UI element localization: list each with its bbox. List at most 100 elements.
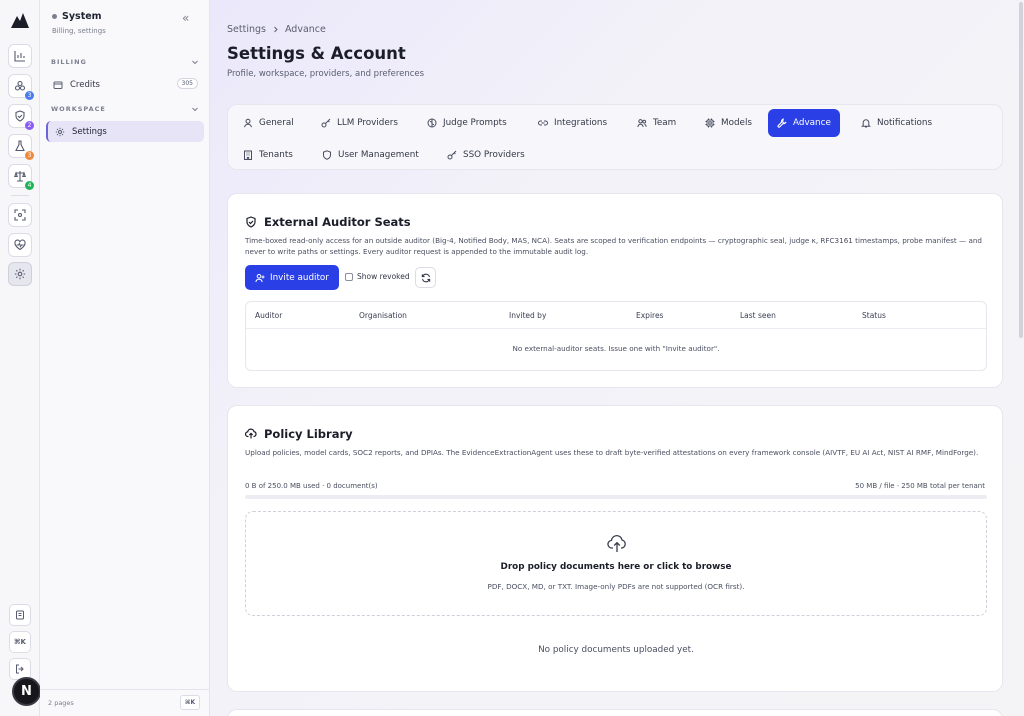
user-icon (243, 118, 253, 128)
chevron-right-icon (272, 26, 279, 33)
tab-label: User Management (338, 149, 419, 160)
column-header[interactable]: Invited by (509, 311, 546, 320)
tab-llm-providers[interactable]: LLM Providers (312, 109, 407, 136)
building-icon (243, 150, 253, 160)
tab-judge-prompts[interactable]: Judge Prompts (418, 109, 516, 136)
shield-icon (322, 149, 332, 160)
policy-dropzone[interactable]: Drop policy documents here or click to b… (245, 511, 987, 616)
tab-general[interactable]: General (234, 109, 303, 136)
shield-check-icon[interactable]: 2 (8, 104, 34, 130)
cloud-upload-icon (245, 428, 257, 440)
tab-sso-providers[interactable]: SSO Providers (438, 141, 534, 168)
gear-icon (55, 127, 65, 137)
chevron-down-icon[interactable] (191, 105, 199, 113)
flask-icon[interactable]: 3 (8, 134, 34, 160)
section-label-billing: BILLING (51, 58, 87, 66)
refresh-button[interactable] (415, 267, 436, 288)
wrench-icon (777, 118, 787, 128)
sidebar: System Billing, settings « BILLING Credi… (40, 0, 210, 716)
dropzone-title: Drop policy documents here or click to b… (500, 562, 732, 572)
breadcrumb-current: Advance (284, 24, 326, 35)
refresh-icon (421, 273, 431, 283)
sidebar-footer: 2 pages ⌘K (40, 689, 210, 716)
column-header[interactable]: Expires (636, 311, 663, 320)
link-icon (538, 118, 548, 128)
rail-divider (11, 195, 29, 196)
dropzone-subtitle: PDF, DOCX, MD, or TXT. Image-only PDFs a… (487, 582, 745, 591)
card-title: External Auditor Seats (264, 215, 411, 229)
breadcrumb-parent[interactable]: Settings (227, 24, 266, 35)
app-logo-icon[interactable] (10, 11, 30, 29)
key-icon (321, 118, 331, 128)
user-avatar[interactable]: N (12, 677, 41, 706)
policy-library-card: Policy Library Upload policies, model ca… (227, 405, 1003, 692)
rail-badge: 2 (25, 121, 34, 130)
scan-icon[interactable] (8, 203, 32, 227)
cloud-upload-icon (607, 534, 627, 554)
page-subtitle: Profile, workspace, providers, and prefe… (227, 69, 425, 79)
column-header[interactable]: Last seen (740, 311, 776, 320)
tab-tenants[interactable]: Tenants (234, 141, 302, 168)
section-label-workspace: WORKSPACE (51, 105, 106, 113)
heart-pulse-icon[interactable] (8, 233, 32, 257)
auditor-seats-card: External Auditor Seats Time-boxed read-o… (227, 193, 1003, 388)
storage-limits-text: 50 MB / file · 250 MB total per tenant (855, 482, 985, 490)
credits-count-badge: 305 (176, 78, 198, 89)
tab-user-management[interactable]: User Management (313, 141, 428, 168)
column-header[interactable]: Auditor (255, 311, 282, 320)
icon-rail: 3 2 3 4 ⌘K N (0, 0, 41, 716)
agents-icon[interactable]: 3 (8, 74, 34, 100)
cpu-icon (705, 118, 715, 128)
invite-auditor-button[interactable]: Invite auditor (245, 265, 339, 290)
auditor-seats-heading: External Auditor Seats (245, 215, 411, 229)
sidebar-item-label: Credits (70, 79, 100, 90)
analytics-icon[interactable] (8, 44, 32, 68)
status-dot (52, 14, 57, 19)
show-revoked-checkbox[interactable] (345, 272, 353, 281)
search-shortcut-button[interactable]: ⌘K (180, 695, 200, 710)
tab-notifications[interactable]: Notifications (852, 109, 941, 136)
rail-badge: 4 (25, 181, 34, 190)
key-icon (447, 150, 457, 160)
book-icon[interactable] (9, 604, 31, 626)
tab-advance[interactable]: Advance (768, 109, 840, 137)
next-card (227, 709, 1003, 716)
shield-check-icon (245, 216, 257, 228)
column-header[interactable]: Organisation (359, 311, 407, 320)
chevron-down-icon[interactable] (191, 58, 199, 66)
sidebar-item-label: Settings (72, 126, 107, 137)
rail-badge: 3 (25, 91, 34, 100)
scales-icon[interactable]: 4 (8, 164, 34, 190)
tab-label: Tenants (259, 149, 293, 160)
policy-library-heading: Policy Library (245, 427, 353, 441)
tab-label: Notifications (877, 117, 933, 128)
card-title: Policy Library (264, 427, 353, 441)
settings-gear-icon[interactable] (8, 262, 32, 286)
tab-label: Models (721, 117, 752, 128)
storage-usage-bar (245, 495, 987, 499)
column-header[interactable]: Status (862, 311, 886, 320)
auditor-seats-table: Auditor Organisation Invited by Expires … (245, 301, 987, 371)
rail-badge: 3 (25, 151, 34, 160)
table-empty-state: No external-auditor seats. Issue one wit… (512, 344, 720, 353)
invite-auditor-label: Invite auditor (270, 272, 329, 283)
sidebar-item-credits[interactable]: Credits 305 (46, 74, 204, 95)
auditor-seats-description: Time-boxed read-only access for an outsi… (245, 236, 982, 256)
tab-integrations[interactable]: Integrations (529, 109, 616, 136)
tab-label: Judge Prompts (443, 117, 507, 128)
tab-team[interactable]: Team (628, 109, 685, 136)
storage-usage-text: 0 B of 250.0 MB used · 0 document(s) (245, 482, 378, 490)
sidebar-subtitle: Billing, settings (52, 27, 106, 35)
scrollbar[interactable] (1018, 0, 1024, 716)
page-title: Settings & Account (227, 44, 406, 63)
scrollbar-thumb[interactable] (1019, 2, 1023, 338)
tab-label: SSO Providers (463, 149, 525, 160)
table-divider (246, 328, 986, 329)
collapse-sidebar-icon[interactable]: « (182, 12, 189, 24)
sidebar-item-settings[interactable]: Settings (46, 121, 204, 142)
command-palette-button[interactable]: ⌘K (9, 631, 31, 653)
settings-tabs: General LLM Providers Judge Prompts Inte… (227, 104, 1003, 170)
show-revoked-toggle[interactable]: Show revoked (345, 272, 410, 281)
policy-library-description: Upload policies, model cards, SOC2 repor… (245, 448, 979, 457)
tab-models[interactable]: Models (696, 109, 761, 136)
